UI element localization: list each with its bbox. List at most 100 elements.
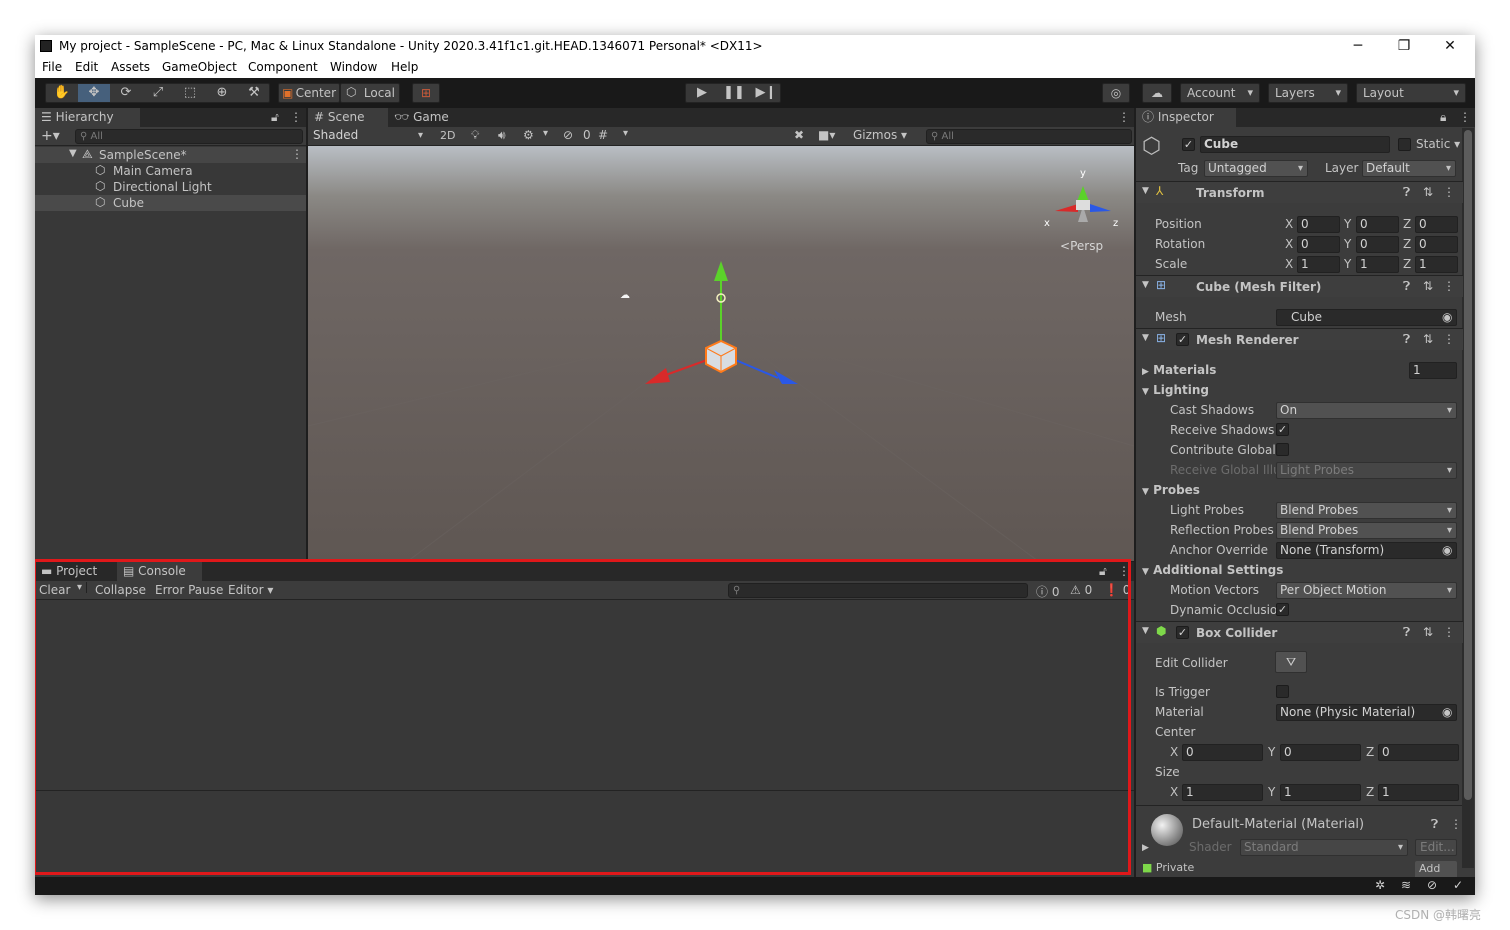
is-trigger-checkbox[interactable]	[1276, 685, 1289, 698]
edit-shader-button[interactable]: Edit...	[1415, 839, 1457, 856]
shading-mode-dropdown[interactable]: Shaded	[310, 128, 427, 145]
inspector-scrollbar[interactable]	[1462, 128, 1474, 868]
menu-file[interactable]: File	[42, 60, 62, 74]
materials-foldout[interactable]: ▶ Materials	[1142, 363, 1216, 377]
kebab-menu-icon[interactable]: ⋮	[290, 110, 302, 124]
scale-z-field[interactable]: 1	[1415, 256, 1458, 273]
gameobject-name-input[interactable]: Cube	[1200, 136, 1390, 153]
help-icon[interactable]: ❓︎	[1431, 817, 1438, 832]
menu-window[interactable]: Window	[330, 60, 377, 74]
tools-icon[interactable]: ✖	[794, 128, 804, 142]
tag-dropdown[interactable]: Untagged	[1204, 160, 1308, 177]
layout-dropdown[interactable]: Layout	[1356, 83, 1466, 103]
gizmos-dropdown[interactable]: Gizmos ▾	[853, 128, 907, 142]
additional-settings-foldout[interactable]: ▼ Additional Settings	[1142, 563, 1283, 577]
center-y-field[interactable]: 0	[1280, 744, 1361, 761]
rotation-x-field[interactable]: 0	[1297, 236, 1340, 253]
size-x-field[interactable]: 1	[1182, 784, 1263, 801]
hidden-objects-icon[interactable]: ⊘	[563, 128, 573, 142]
perspective-label[interactable]: <Persp	[1060, 239, 1103, 253]
pause-button-icon[interactable]: ❚❚	[718, 84, 750, 102]
cloud-icon[interactable]: ☁	[1142, 83, 1172, 103]
size-z-field[interactable]: 1	[1378, 784, 1459, 801]
contribute-gi-checkbox[interactable]	[1276, 443, 1289, 456]
step-button-icon[interactable]: ▶❙	[750, 84, 782, 102]
position-z-field[interactable]: 0	[1415, 216, 1458, 233]
presets-icon[interactable]: ⇅	[1423, 625, 1433, 639]
move-tool-icon[interactable]: ✥	[78, 84, 110, 102]
audio-toggle-icon[interactable]: 🔊︎	[498, 128, 506, 143]
collab-icon[interactable]: ◎	[1102, 83, 1130, 103]
camera-icon[interactable]: ■▾	[818, 128, 835, 142]
hierarchy-search-input[interactable]: ⚲ All	[75, 129, 303, 144]
layers-dropdown[interactable]: Layers	[1268, 83, 1348, 103]
lock-icon[interactable]: 🔓︎	[271, 110, 279, 125]
debug-icon[interactable]: ✲	[1375, 878, 1385, 892]
menu-help[interactable]: Help	[391, 60, 418, 74]
scene-menu-icon[interactable]: ⋮	[291, 147, 303, 161]
close-button[interactable]: ✕	[1427, 35, 1473, 59]
center-x-field[interactable]: 0	[1182, 744, 1263, 761]
motion-vectors-dropdown[interactable]: Per Object Motion	[1276, 582, 1457, 599]
anchor-override-field[interactable]: None (Transform)	[1276, 542, 1457, 559]
cast-shadows-dropdown[interactable]: On	[1276, 402, 1457, 419]
component-menu-icon[interactable]: ⋮	[1450, 817, 1462, 831]
object-picker-icon[interactable]: ◉	[1442, 543, 1452, 557]
component-menu-icon[interactable]: ⋮	[1443, 625, 1455, 639]
scene-row[interactable]: ▼ ⟁ SampleScene* ⋮	[35, 147, 306, 163]
center-z-field[interactable]: 0	[1378, 744, 1459, 761]
object-picker-icon[interactable]: ◉	[1442, 705, 1452, 719]
tab-hierarchy[interactable]: ☰ Hierarchy	[35, 108, 140, 127]
presets-icon[interactable]: ⇅	[1423, 279, 1433, 293]
play-button-icon[interactable]: ▶	[686, 84, 718, 102]
menu-gameobject[interactable]: GameObject	[162, 60, 237, 74]
tab-inspector[interactable]: ⓘ Inspector	[1136, 108, 1236, 127]
foldout-arrow-icon[interactable]: ▶	[1142, 843, 1149, 853]
tab-scene[interactable]: # Scene	[308, 108, 388, 127]
help-icon[interactable]: ❓︎	[1403, 279, 1410, 294]
component-menu-icon[interactable]: ⋮	[1443, 185, 1455, 199]
grid-snap-button[interactable]: ⊞	[412, 83, 440, 103]
receive-shadows-checkbox[interactable]: ✓	[1276, 423, 1289, 436]
kebab-menu-icon[interactable]: ⋮	[1118, 110, 1130, 124]
hierarchy-item-directional-light[interactable]: ⬡ Directional Light	[35, 179, 306, 195]
lock-icon[interactable]: 🔒︎	[1440, 110, 1446, 125]
grid-dropdown-icon[interactable]: ▾	[623, 128, 628, 139]
create-plus-icon[interactable]: +▾	[41, 128, 60, 144]
menu-assets[interactable]: Assets	[111, 60, 150, 74]
dynamic-occlusion-checkbox[interactable]: ✓	[1276, 603, 1289, 616]
scene-expand-icon[interactable]: ▼	[69, 148, 77, 159]
grid-toggle-icon[interactable]: #	[598, 128, 608, 142]
component-menu-icon[interactable]: ⋮	[1443, 332, 1455, 346]
effects-toggle-icon[interactable]: ⚙	[523, 128, 534, 142]
foldout-arrow-icon[interactable]: ▼	[1142, 280, 1149, 290]
hierarchy-item-cube[interactable]: ⬡ Cube	[35, 195, 306, 211]
size-y-field[interactable]: 1	[1280, 784, 1361, 801]
rotate-tool-icon[interactable]: ⟳	[110, 84, 142, 102]
presets-icon[interactable]: ⇅	[1423, 332, 1433, 346]
hand-tool-icon[interactable]: ✋	[46, 84, 78, 102]
camera-gizmo-icon[interactable]: ☁	[620, 290, 630, 301]
foldout-arrow-icon[interactable]: ▼	[1142, 626, 1149, 636]
transform-tool-icon[interactable]: ⊕	[206, 84, 238, 102]
cache-server-icon[interactable]: ≋	[1401, 878, 1411, 892]
help-icon[interactable]: ❓︎	[1403, 332, 1410, 347]
minimize-button[interactable]: ─	[1335, 35, 1381, 59]
physic-material-field[interactable]: None (Physic Material)	[1276, 704, 1457, 721]
rotation-z-field[interactable]: 0	[1415, 236, 1458, 253]
box-collider-enabled-checkbox[interactable]: ✓	[1176, 626, 1189, 639]
add-component-button[interactable]: Add	[1415, 861, 1457, 877]
tab-game[interactable]: 👓︎ Game	[388, 108, 458, 127]
custom-tool-icon[interactable]: ⚒	[238, 84, 270, 102]
mesh-field[interactable]: Cube	[1276, 309, 1457, 326]
layer-dropdown[interactable]: Default	[1362, 160, 1456, 177]
scale-tool-icon[interactable]: ⤢	[142, 84, 174, 102]
materials-count-field[interactable]: 1	[1409, 362, 1457, 379]
effects-dropdown-icon[interactable]: ▾	[543, 128, 548, 139]
help-icon[interactable]: ❓︎	[1403, 185, 1410, 200]
hierarchy-item-main-camera[interactable]: ⬡ Main Camera	[35, 163, 306, 179]
edit-collider-button[interactable]: ⛛	[1275, 651, 1307, 673]
component-menu-icon[interactable]: ⋮	[1443, 279, 1455, 293]
static-dropdown[interactable]: Static ▾	[1416, 137, 1460, 151]
mesh-renderer-enabled-checkbox[interactable]: ✓	[1176, 333, 1189, 346]
